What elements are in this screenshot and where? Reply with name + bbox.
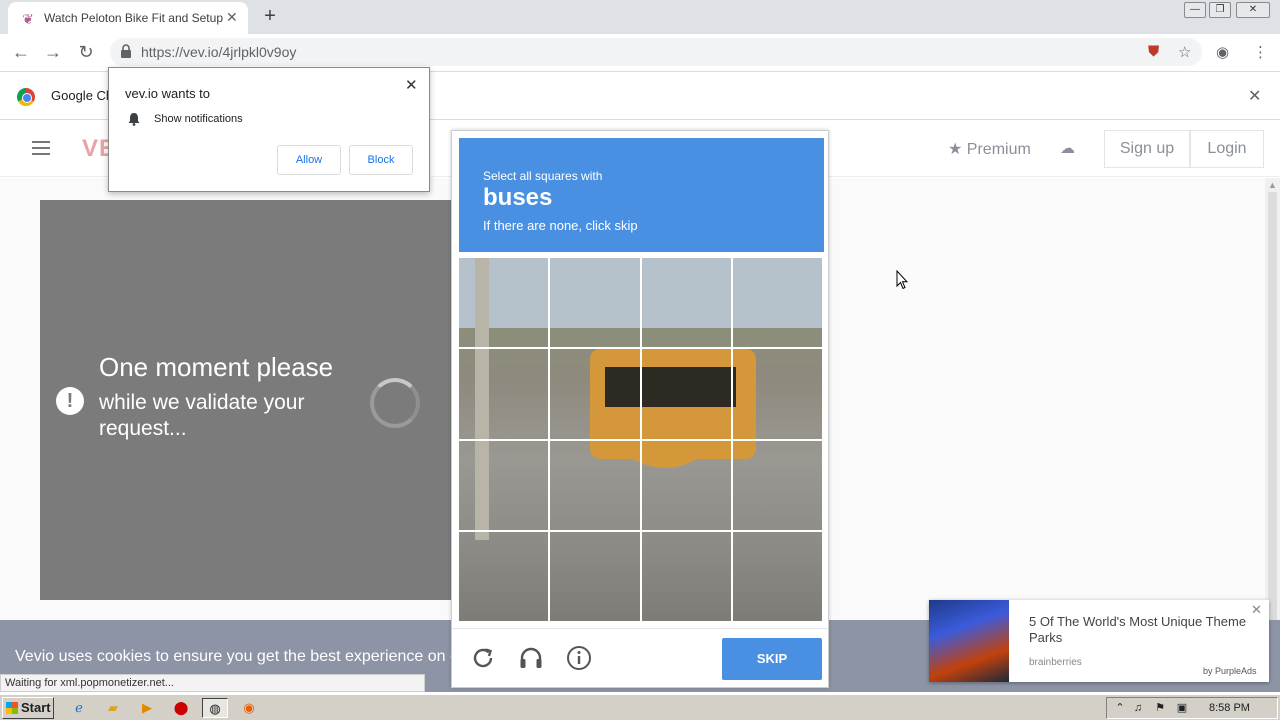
- login-button[interactable]: Login: [1190, 130, 1264, 168]
- reload-icon[interactable]: ↻: [75, 42, 97, 63]
- taskbar: Start ℯ ▰ ▶ ⬤ ◍ ◉ ⌃ ♫ ⚑ ▣ 8:58 PM: [0, 694, 1280, 720]
- skip-button[interactable]: SKIP: [722, 638, 822, 680]
- captcha-image-grid: [459, 258, 822, 621]
- upload-cloud-icon[interactable]: ☁: [1060, 139, 1075, 157]
- validation-message-body: while we validate your request...: [99, 391, 305, 440]
- minimize-button[interactable]: —: [1184, 2, 1206, 18]
- start-button[interactable]: Start: [2, 697, 54, 719]
- volume-icon[interactable]: ♫: [1127, 698, 1149, 718]
- captcha-tile[interactable]: [550, 349, 640, 439]
- captcha-tile[interactable]: [459, 531, 549, 621]
- url-text: https://vev.io/4jrlpkl0v9oy: [141, 44, 297, 60]
- cookie-text: Vevio uses cookies to ensure you get the…: [15, 648, 458, 665]
- address-bar[interactable]: https://vev.io/4jrlpkl0v9oy: [110, 38, 1202, 66]
- system-tray: ⌃ ♫ ⚑ ▣ 8:58 PM: [1106, 697, 1278, 719]
- ad-image[interactable]: [929, 600, 1009, 682]
- lock-icon: [121, 44, 131, 58]
- tab-strip: ❦ Watch Peloton Bike Fit and Setup wi ✕ …: [0, 0, 1280, 34]
- allow-button[interactable]: Allow: [277, 145, 341, 175]
- site-favicon-icon: ❦: [22, 11, 34, 27]
- captcha-tile[interactable]: [550, 531, 640, 621]
- scroll-up-icon[interactable]: ▲: [1268, 180, 1277, 190]
- video-player[interactable]: ! One moment please while we validate yo…: [40, 200, 452, 600]
- refresh-icon[interactable]: [470, 645, 496, 671]
- page-scrollbar[interactable]: ▲: [1265, 178, 1280, 622]
- captcha-tile[interactable]: [459, 440, 549, 530]
- ad-widget[interactable]: 5 Of The World's Most Unique Theme Parks…: [929, 600, 1269, 682]
- profile-avatar-icon[interactable]: ◉: [1216, 43, 1229, 61]
- media-player-icon[interactable]: ▶: [136, 698, 158, 718]
- audio-headphones-icon[interactable]: [518, 645, 544, 671]
- hamburger-menu-icon[interactable]: [32, 141, 50, 155]
- permission-label: Show notifications: [154, 113, 243, 125]
- captcha-instruction: Select all squares with: [483, 169, 603, 183]
- mouse-cursor-icon: [896, 270, 908, 290]
- captcha-tile[interactable]: [550, 440, 640, 530]
- captcha-tile[interactable]: [550, 258, 640, 348]
- flag-icon[interactable]: ⚑: [1149, 698, 1171, 718]
- antivirus-icon[interactable]: ⬤: [170, 698, 192, 718]
- bell-icon: [128, 113, 140, 126]
- ad-title[interactable]: 5 Of The World's Most Unique Theme Parks: [1029, 614, 1249, 646]
- tab-close-icon[interactable]: ✕: [226, 9, 238, 26]
- back-icon[interactable]: ←: [10, 42, 32, 63]
- explorer-folder-icon[interactable]: ▰: [102, 698, 124, 718]
- restore-button[interactable]: ❐: [1209, 2, 1231, 18]
- captcha-challenge: Select all squares with buses If there a…: [451, 130, 829, 688]
- validation-message-title: One moment please: [99, 352, 334, 382]
- captcha-tile[interactable]: [641, 349, 731, 439]
- captcha-tile[interactable]: [459, 349, 549, 439]
- captcha-target: buses: [483, 184, 553, 211]
- browser-tab[interactable]: ❦ Watch Peloton Bike Fit and Setup wi ✕: [8, 2, 248, 34]
- captcha-tile[interactable]: [732, 440, 822, 530]
- captcha-tile[interactable]: [732, 531, 822, 621]
- ie-icon[interactable]: ℯ: [68, 698, 90, 718]
- popup-close-icon[interactable]: ✕: [405, 76, 418, 94]
- chrome-taskbar-icon[interactable]: ◍: [202, 698, 228, 718]
- infobar-close-icon[interactable]: ✕: [1248, 86, 1261, 106]
- captcha-tile[interactable]: [641, 258, 731, 348]
- ad-source: brainberries: [1029, 657, 1082, 668]
- signup-button[interactable]: Sign up: [1104, 130, 1190, 168]
- ad-attribution[interactable]: by PurpleAds: [1203, 666, 1257, 676]
- loading-spinner-icon: [370, 378, 420, 428]
- notification-permission-popup: vev.io wants to ✕ Show notifications All…: [108, 67, 430, 192]
- exclamation-icon: !: [56, 387, 84, 415]
- clock: 8:58 PM: [1209, 702, 1250, 714]
- block-button[interactable]: Block: [349, 145, 413, 175]
- premium-label: Premium: [966, 141, 1031, 158]
- captcha-footer: SKIP: [452, 628, 828, 688]
- captcha-tile[interactable]: [732, 258, 822, 348]
- tab-title: Watch Peloton Bike Fit and Setup wi: [44, 11, 224, 25]
- forward-icon[interactable]: →: [42, 42, 64, 63]
- network-icon[interactable]: ▣: [1171, 698, 1193, 718]
- captcha-tile[interactable]: [641, 531, 731, 621]
- bookmark-star-icon[interactable]: ☆: [1178, 43, 1191, 61]
- status-bubble: Waiting for xml.popmonetizer.net...: [0, 674, 425, 692]
- star-icon: ★: [948, 141, 967, 158]
- chrome-logo-icon: [17, 88, 35, 106]
- info-icon[interactable]: [566, 645, 592, 671]
- firefox-icon[interactable]: ◉: [238, 698, 260, 718]
- popup-heading: vev.io wants to: [125, 86, 211, 101]
- new-tab-button[interactable]: +: [260, 5, 280, 28]
- infobar-text: Google Ch: [51, 88, 114, 103]
- scrollbar-thumb[interactable]: [1268, 192, 1277, 622]
- captcha-tile[interactable]: [641, 440, 731, 530]
- captcha-hint: If there are none, click skip: [483, 218, 638, 233]
- captcha-header: Select all squares with buses If there a…: [459, 138, 824, 252]
- menu-dots-icon[interactable]: ⋮: [1253, 43, 1268, 61]
- captcha-tile[interactable]: [459, 258, 549, 348]
- ad-close-icon[interactable]: ✕: [1251, 602, 1262, 618]
- captcha-tile[interactable]: [732, 349, 822, 439]
- window-close-button[interactable]: ✕: [1236, 2, 1270, 18]
- premium-link[interactable]: ★ Premium: [948, 139, 1031, 159]
- blocked-popup-icon[interactable]: ⛊: [1148, 43, 1159, 60]
